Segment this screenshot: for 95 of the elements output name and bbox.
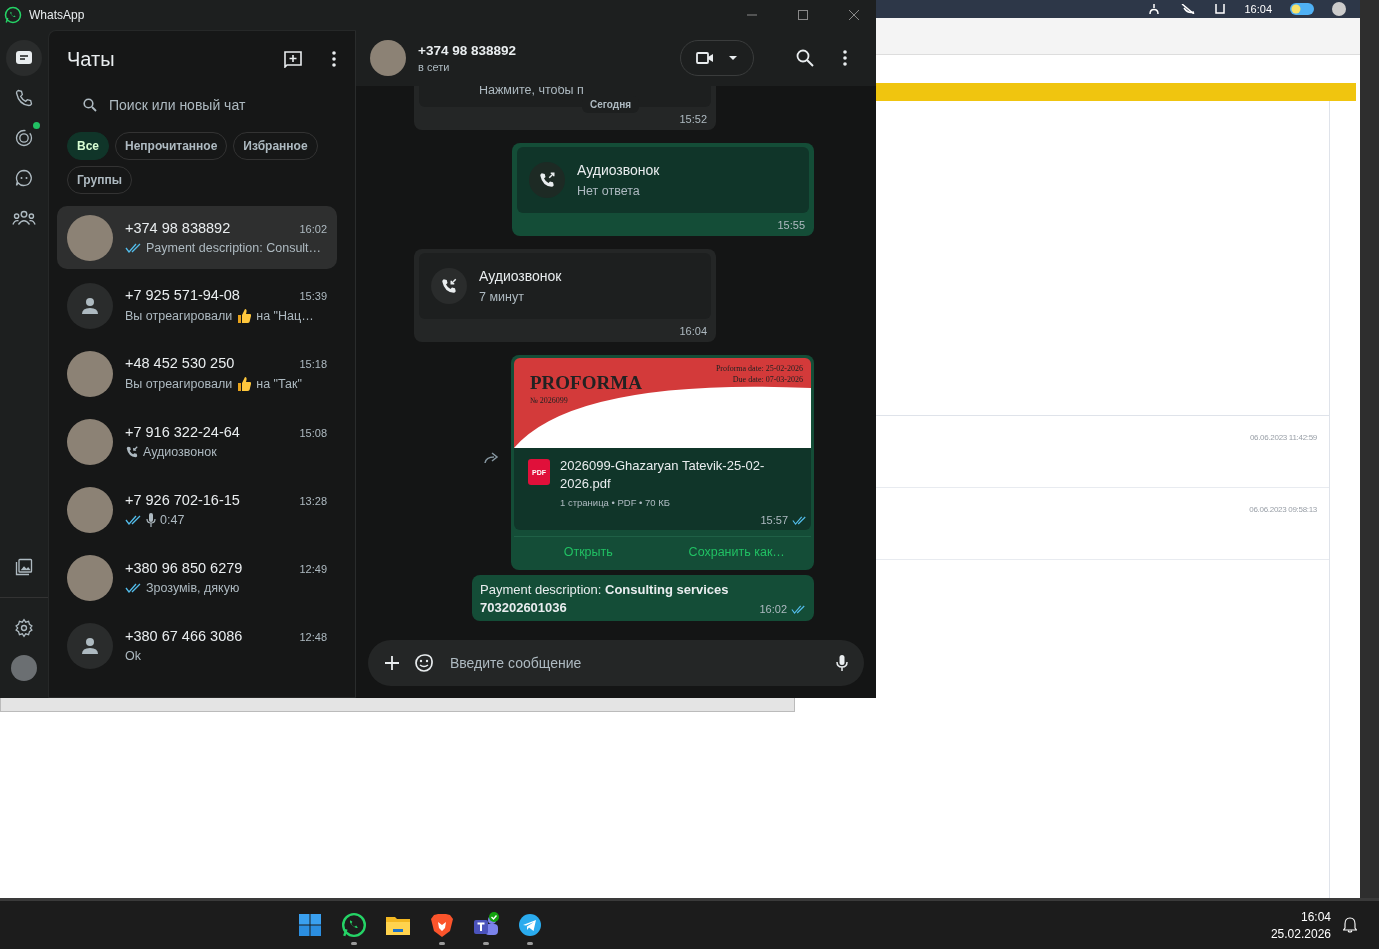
contact-name: +380 67 466 3086: [125, 628, 243, 644]
search-icon: [83, 98, 97, 112]
call-status: 7 минут: [479, 290, 525, 304]
user-avatar[interactable]: [1332, 2, 1346, 16]
chat-list-item[interactable]: +7 926 702-16-15 13:28 0:47: [57, 478, 337, 541]
missed-call-icon: [125, 445, 139, 459]
call-title: Аудиозвонок: [479, 268, 562, 284]
message-time: 15:55: [777, 219, 805, 231]
message-preview: Вы отреагировали: [125, 309, 233, 323]
message-time: 15:52: [679, 113, 707, 125]
chat-list-item[interactable]: +380 96 850 6279 12:49 Зрозумів, дякую: [57, 546, 337, 609]
call-status: Нет ответа: [577, 184, 641, 198]
notification-bell-icon[interactable]: [1343, 917, 1357, 933]
thumbs-up-icon: [236, 376, 253, 392]
communities-icon: [12, 208, 36, 228]
search-field[interactable]: Поиск или новый чат: [67, 87, 337, 123]
sidebar-title: Чаты: [67, 47, 115, 71]
message-time: 16:02: [759, 603, 787, 615]
message-time: 15:18: [299, 358, 327, 370]
teams-icon: [472, 912, 500, 938]
message-time: 13:28: [299, 495, 327, 507]
message-time: 12:48: [299, 631, 327, 643]
nav-button[interactable]: [6, 40, 42, 76]
document-date: Proforma date: 25-02-2026: [715, 364, 803, 373]
call-icon: [529, 162, 565, 198]
contact-name: +7 925 571-94-08: [125, 287, 240, 303]
video-camera-icon: [696, 51, 714, 65]
document-action-link[interactable]: Сохранить как…: [662, 537, 811, 567]
document-title: PROFORMA: [530, 372, 642, 394]
message-preview: Ok: [125, 649, 141, 663]
call-icon: [431, 268, 467, 304]
document-date: Due date: 07-03-2026: [732, 375, 803, 384]
timestamp-text: 06.06.2023 09:58:13: [1249, 505, 1317, 514]
whatsapp-icon: [341, 912, 367, 938]
whatsapp-logo-icon: [4, 6, 22, 24]
scrollbar[interactable]: [1360, 0, 1379, 898]
status-icon: [14, 128, 34, 148]
plus-icon[interactable]: [384, 655, 400, 671]
message-time: 12:49: [299, 563, 327, 575]
taskbar-time: 16:04: [1300, 909, 1331, 924]
message-time: 15:39: [299, 290, 327, 302]
message-preview: на "Нац…: [256, 309, 314, 323]
message-preview: на "Так": [256, 377, 302, 391]
message-text: Payment description: Consulting services 703202601036: [480, 581, 730, 617]
contact-name: +380 96 850 6279: [125, 560, 243, 576]
lion-shield-icon: [431, 912, 453, 938]
menu-icon[interactable]: [842, 49, 848, 67]
document-action-link[interactable]: Открыть: [514, 537, 663, 567]
filter-chip[interactable]: Все: [67, 132, 109, 160]
contact-name: +374 98 838892: [125, 220, 231, 236]
chat-list-item[interactable]: +48 452 530 250 15:18 Вы отреагировали на "Так": [57, 342, 337, 405]
message-time: 16:02: [299, 223, 327, 235]
phone-icon: [14, 88, 34, 108]
message-preview: Аудиозвонок: [143, 445, 217, 459]
avatar-photo[interactable]: [370, 40, 406, 76]
message-preview: Вы отреагировали: [125, 377, 233, 391]
message-preview: 0:47: [160, 513, 185, 527]
window-title: WhatsApp: [29, 8, 85, 22]
file-name: 2026099-Ghazaryan Tatevik-25-02-2026.pdf: [560, 457, 766, 493]
taskbar-date: 25.02.2026: [1270, 926, 1331, 941]
search-icon[interactable]: [796, 49, 814, 67]
call-title: Аудиозвонок: [577, 162, 660, 178]
maximize-icon[interactable]: [797, 9, 809, 21]
forward-icon[interactable]: [484, 452, 500, 464]
contact-name: +7 916 322-24-64: [125, 424, 240, 440]
contact-name: +7 926 702-16-15: [125, 492, 240, 508]
sticker-icon[interactable]: [414, 653, 434, 673]
menu-icon[interactable]: [331, 50, 337, 68]
message-preview: Зрозумів, дякую: [146, 581, 240, 595]
folder-icon: [385, 914, 411, 936]
message-composer[interactable]: Введите сообщение: [368, 640, 864, 686]
contact-name: +48 452 530 250: [125, 355, 235, 371]
thumbs-up-icon: [236, 308, 253, 324]
channels-icon: [14, 168, 34, 188]
file-details: 1 страница • PDF • 70 КБ: [560, 497, 672, 508]
document-number: № 2026099: [530, 396, 568, 405]
close-icon[interactable]: [848, 9, 860, 21]
clock-text: 16:04: [1244, 3, 1272, 15]
paper-plane-icon: [518, 913, 542, 937]
microphone-icon[interactable]: [836, 654, 848, 672]
timestamp-text: 06.06.2023 11:42:59: [1249, 433, 1317, 442]
new-chat-icon[interactable]: [283, 50, 303, 68]
message-time: 16:04: [679, 325, 707, 337]
chat-list-item[interactable]: +380 67 466 3086 12:48 Ok: [57, 614, 337, 677]
message-time: 15:57: [760, 514, 788, 526]
chat-list-item[interactable]: +7 925 571-94-08 15:39 Вы отреагировали на "Нац…: [57, 274, 337, 337]
online-status: в сети: [418, 61, 451, 73]
microphone-icon: [146, 513, 156, 527]
message-time: 15:08: [299, 427, 327, 439]
message-preview: Payment description: Consult…: [146, 241, 322, 255]
message-input-field[interactable]: Введите сообщение: [448, 654, 822, 672]
windows-logo-icon: [298, 913, 322, 937]
chat-list-item[interactable]: +7 916 322-24-64 15:08 Аудиозвонок: [57, 410, 337, 473]
contact-name: +374 98 838892: [418, 43, 516, 58]
chat-list-item[interactable]: +374 98 838892 16:02 Payment description: Consult…: [57, 206, 337, 269]
